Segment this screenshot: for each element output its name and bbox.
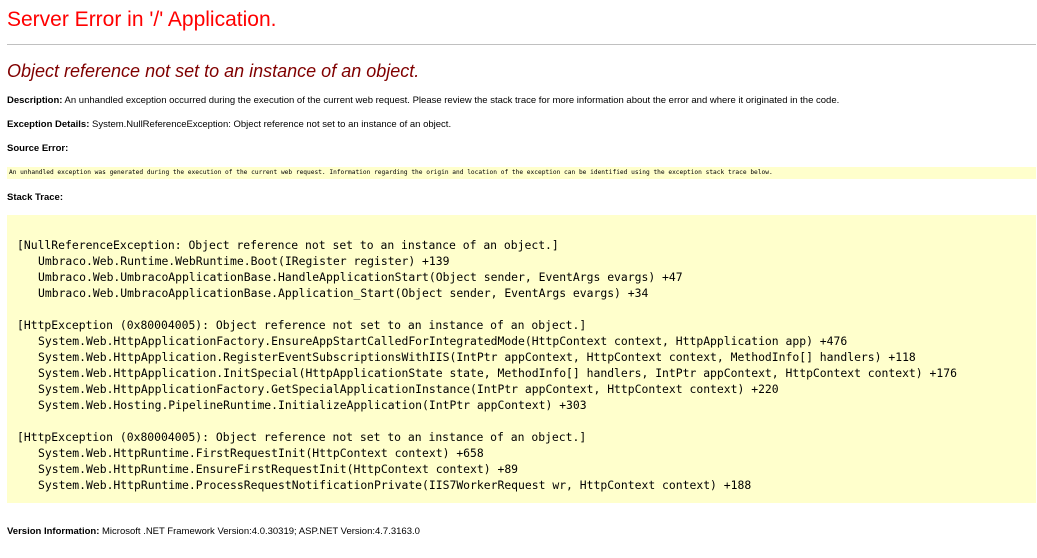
version-information-text: Microsoft .NET Framework Version:4.0.303…	[99, 526, 420, 537]
stack-trace-block: [NullReferenceException: Object referenc…	[17, 237, 1036, 301]
stack-trace-frame: Umbraco.Web.Runtime.WebRuntime.Boot(IReg…	[38, 254, 450, 268]
stack-trace-frame: System.Web.HttpRuntime.FirstRequestInit(…	[38, 446, 484, 460]
stack-trace-block: [HttpException (0x80004005): Object refe…	[17, 317, 1036, 413]
source-error-section: Source Error:	[7, 143, 68, 155]
source-error-box: An unhandled exception was generated dur…	[7, 167, 1036, 179]
description-text: An unhandled exception occurred during t…	[62, 95, 840, 106]
stack-trace-frame: Umbraco.Web.UmbracoApplicationBase.Appli…	[38, 286, 649, 300]
stack-trace-label: Stack Trace:	[7, 192, 63, 203]
stack-trace-frame: System.Web.HttpRuntime.EnsureFirstReques…	[38, 462, 519, 476]
exception-details-label: Exception Details:	[7, 119, 90, 130]
title-divider	[7, 44, 1036, 45]
exception-details-section: Exception Details: System.NullReferenceE…	[7, 119, 451, 131]
stack-trace-frame: System.Web.HttpApplicationFactory.GetSpe…	[38, 382, 779, 396]
error-message: Object reference not set to an instance …	[7, 61, 420, 81]
version-information-label: Version Information:	[7, 526, 100, 537]
stack-trace-exception-header: [HttpException (0x80004005): Object refe…	[17, 430, 587, 444]
stack-trace-frame: Umbraco.Web.UmbracoApplicationBase.Handl…	[38, 270, 683, 284]
stack-trace-section: Stack Trace:	[7, 192, 63, 204]
stack-trace-frame: System.Web.HttpApplication.InitSpecial(H…	[38, 366, 957, 380]
stack-trace-frame: System.Web.HttpApplication.RegisterEvent…	[38, 350, 916, 364]
source-error-label: Source Error:	[7, 143, 69, 154]
stack-trace-exception-header: [NullReferenceException: Object referenc…	[17, 238, 559, 252]
description-section: Description: An unhandled exception occu…	[7, 95, 839, 107]
stack-trace-frame: System.Web.HttpRuntime.ProcessRequestNot…	[38, 478, 752, 492]
stack-trace-frame: System.Web.HttpApplicationFactory.Ensure…	[38, 334, 848, 348]
error-page: Server Error in '/' Application. Object …	[0, 0, 1037, 558]
stack-trace-frame: System.Web.Hosting.PipelineRuntime.Initi…	[38, 398, 587, 412]
exception-details-text: System.NullReferenceException: Object re…	[89, 119, 452, 130]
stack-trace-exception-header: [HttpException (0x80004005): Object refe…	[17, 318, 587, 332]
source-error-text: An unhandled exception was generated dur…	[9, 169, 773, 176]
stack-trace-box: [NullReferenceException: Object referenc…	[7, 215, 1036, 503]
description-label: Description:	[7, 95, 63, 106]
version-information-section: Version Information: Microsoft .NET Fram…	[7, 526, 420, 538]
page-title: Server Error in '/' Application.	[7, 8, 277, 31]
stack-trace-block: [HttpException (0x80004005): Object refe…	[17, 429, 1036, 493]
